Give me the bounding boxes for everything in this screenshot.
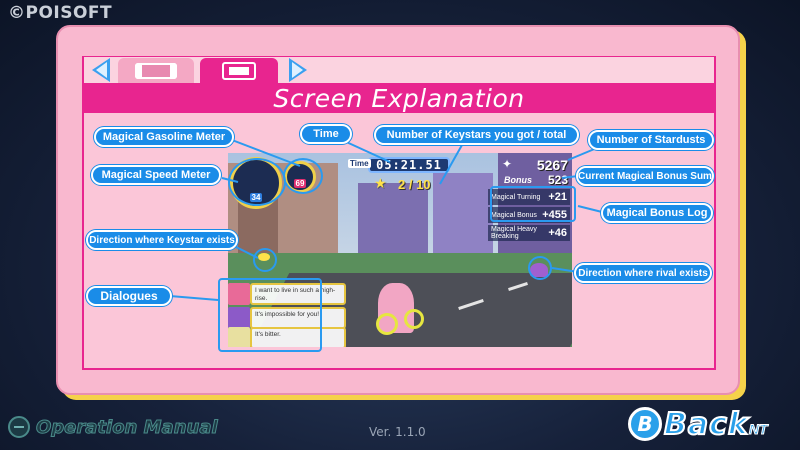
keystar-icon: ★	[374, 175, 387, 191]
label-gasoline-meter: Magical Gasoline Meter	[94, 127, 234, 147]
label-speed-meter: Magical Speed Meter	[91, 165, 221, 185]
rival-direction-highlight	[528, 256, 552, 280]
bonus-sum: 523	[547, 173, 568, 187]
label-keystar-direction: Direction where Keystar exists	[86, 230, 238, 250]
tab-tv[interactable]	[200, 58, 278, 83]
label-time: Time	[300, 124, 352, 144]
bonus-log-row: Magical Heavy Breaking +46	[488, 225, 570, 241]
bonus-log-name: Magical Heavy Breaking	[491, 226, 537, 240]
page-title: Screen Explanation	[273, 83, 525, 113]
back-suffix: NT	[748, 421, 768, 438]
label-stardusts: Number of Stardusts	[588, 130, 714, 150]
bonus-log-value: +46	[548, 227, 567, 239]
title-bar: Screen Explanation	[84, 83, 714, 113]
label-bonus-log: Magical Bonus Log	[601, 203, 713, 223]
label-bonus-sum: Current Magical Bonus Sum	[576, 166, 714, 186]
time-tag: Time	[348, 159, 371, 168]
copyright-text: ©POISOFT	[8, 3, 113, 23]
label-rival-direction: Direction where rival exists	[574, 263, 712, 283]
minus-button-icon	[8, 416, 30, 438]
speed-meter-highlight	[228, 158, 286, 206]
operation-manual-title: Operation Manual	[8, 416, 218, 438]
next-page-arrow-icon[interactable]	[289, 58, 307, 82]
b-button-icon: B	[628, 407, 662, 441]
bike-wheel	[404, 309, 424, 329]
stardust-count: 5267	[536, 157, 568, 173]
version-text: Ver. 1.1.0	[369, 425, 426, 439]
building	[433, 173, 493, 263]
stardust-icon: ✦	[501, 157, 512, 171]
label-keystars: Number of Keystars you got / total	[374, 125, 579, 145]
previous-page-arrow-icon[interactable]	[92, 58, 110, 82]
building	[358, 183, 428, 263]
operation-manual-label: Operation Manual	[36, 416, 219, 438]
keystar-count: 2 / 10	[398, 177, 431, 192]
bike-wheel	[376, 313, 398, 335]
handheld-console-icon	[135, 62, 177, 79]
keystar-direction-highlight	[253, 248, 277, 272]
tv-console-icon	[222, 61, 256, 80]
time-display: 05:21.51	[368, 157, 450, 173]
bonus-tag: Bonus	[504, 175, 532, 185]
bonus-log-highlight	[490, 186, 576, 222]
label-dialogues: Dialogues	[86, 286, 172, 306]
back-label: Back	[663, 406, 749, 443]
gasoline-meter-highlight	[283, 158, 323, 194]
tab-handheld[interactable]	[118, 58, 194, 83]
back-button[interactable]: B Back NT	[628, 404, 788, 444]
dialogues-highlight	[218, 278, 322, 352]
